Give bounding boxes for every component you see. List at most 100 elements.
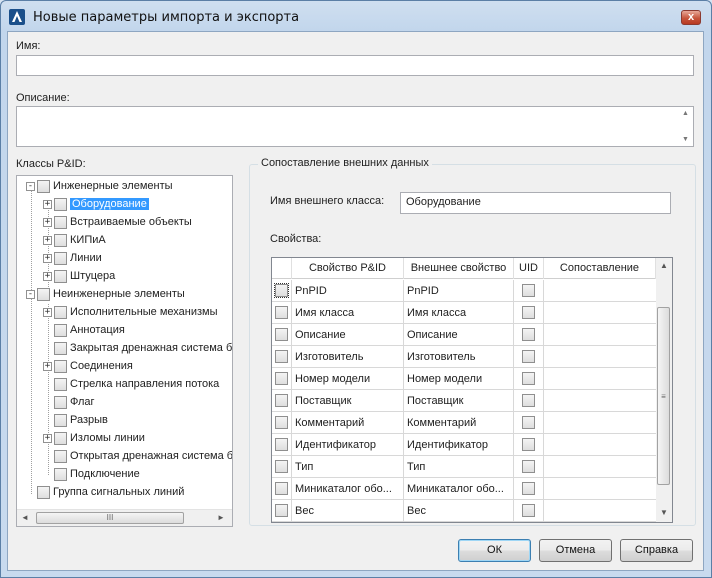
expand-icon[interactable]: + — [43, 235, 52, 245]
uid-checkbox[interactable] — [522, 306, 535, 319]
expand-icon[interactable]: + — [43, 217, 52, 227]
mapping-cell[interactable] — [544, 500, 657, 522]
ok-button[interactable]: ОК — [458, 539, 531, 562]
scroll-down-icon[interactable]: ▼ — [682, 136, 689, 143]
table-row[interactable]: PnPID PnPID — [272, 280, 657, 302]
uid-checkbox[interactable] — [522, 460, 535, 473]
tree-item[interactable]: + КИПиА — [43, 231, 106, 249]
mapping-cell[interactable] — [544, 434, 657, 456]
close-button[interactable]: x — [681, 10, 701, 25]
grid-header-pid-property[interactable]: Свойство P&ID — [292, 258, 404, 279]
table-row[interactable]: Изготовитель Изготовитель — [272, 346, 657, 368]
uid-cell[interactable] — [514, 500, 544, 522]
uid-cell[interactable] — [514, 346, 544, 368]
tree-item-label[interactable]: Соединения — [70, 360, 133, 372]
scroll-left-icon[interactable]: ◄ — [21, 513, 29, 522]
mapping-cell[interactable] — [544, 324, 657, 346]
tree-item-label[interactable]: КИПиА — [70, 234, 106, 246]
table-row[interactable]: Имя класса Имя класса — [272, 302, 657, 324]
pid-property-cell[interactable]: PnPID — [292, 280, 404, 302]
tree-item[interactable]: Аннотация — [43, 321, 125, 339]
tree-item[interactable]: Флаг — [43, 393, 95, 411]
tree-item-checkbox[interactable] — [54, 449, 67, 463]
scroll-down-icon[interactable]: ▼ — [660, 508, 668, 517]
mapping-cell[interactable] — [544, 412, 657, 434]
tree-item-checkbox[interactable] — [54, 233, 67, 247]
tree-item-label[interactable]: Изломы линии — [70, 432, 145, 444]
grid-header-mapping[interactable]: Сопоставление — [544, 258, 656, 279]
table-row[interactable]: Миникаталог обо... Миникаталог обо... — [272, 478, 657, 500]
row-select-checkbox[interactable] — [275, 460, 288, 473]
tree-item[interactable]: + Исполнительные механизмы — [43, 303, 218, 321]
table-row[interactable]: Идентификатор Идентификатор — [272, 434, 657, 456]
pid-property-cell[interactable]: Имя класса — [292, 302, 404, 324]
uid-cell[interactable] — [514, 324, 544, 346]
row-select-checkbox[interactable] — [275, 328, 288, 341]
uid-checkbox[interactable] — [522, 438, 535, 451]
row-select-cell[interactable] — [272, 346, 292, 368]
uid-cell[interactable] — [514, 302, 544, 324]
pid-classes-tree[interactable]: - Инженерные элементы + Оборудование + Встраи… — [16, 175, 233, 527]
mapping-cell[interactable] — [544, 456, 657, 478]
tree-item[interactable]: Разрыв — [43, 411, 108, 429]
uid-checkbox[interactable] — [522, 394, 535, 407]
tree-item-checkbox[interactable] — [54, 305, 67, 319]
external-property-cell[interactable]: Вес — [404, 500, 514, 522]
cancel-button[interactable]: Отмена — [539, 539, 612, 562]
external-property-cell[interactable]: Поставщик — [404, 390, 514, 412]
pid-property-cell[interactable]: Поставщик — [292, 390, 404, 412]
row-select-cell[interactable] — [272, 434, 292, 456]
tree-item-label[interactable]: Закрытая дренажная система б — [70, 342, 232, 354]
tree-item-checkbox[interactable] — [54, 215, 67, 229]
pid-property-cell[interactable]: Идентификатор — [292, 434, 404, 456]
row-select-checkbox[interactable] — [275, 394, 288, 407]
row-select-checkbox[interactable] — [275, 438, 288, 451]
row-select-checkbox[interactable] — [275, 416, 288, 429]
external-property-cell[interactable]: Идентификатор — [404, 434, 514, 456]
properties-grid[interactable]: Свойство P&ID Внешнее свойство UID Сопос… — [271, 257, 673, 523]
tree-item-label[interactable]: Линии — [70, 252, 102, 264]
tree-item-label[interactable]: Исполнительные механизмы — [70, 306, 218, 318]
help-button[interactable]: Справка — [620, 539, 693, 562]
tree-item[interactable]: + Изломы линии — [43, 429, 145, 447]
tree-item-checkbox[interactable] — [54, 413, 67, 427]
expand-icon[interactable]: + — [43, 199, 52, 209]
expand-icon[interactable]: + — [43, 253, 52, 263]
collapse-icon[interactable]: - — [26, 289, 35, 299]
tree-horizontal-scrollbar[interactable]: ◄ III ► — [17, 509, 232, 526]
tree-item[interactable]: + Линии — [43, 249, 102, 267]
tree-item-checkbox[interactable] — [54, 395, 67, 409]
external-property-cell[interactable]: Миникаталог обо... — [404, 478, 514, 500]
table-row[interactable]: Тип Тип — [272, 456, 657, 478]
tree-item-label[interactable]: Открытая дренажная система б — [70, 450, 232, 462]
tree-item[interactable]: + Встраиваемые объекты — [43, 213, 192, 231]
uid-checkbox[interactable] — [522, 372, 535, 385]
uid-checkbox[interactable] — [522, 416, 535, 429]
uid-checkbox[interactable] — [522, 350, 535, 363]
pid-property-cell[interactable]: Номер модели — [292, 368, 404, 390]
name-input[interactable] — [16, 55, 694, 76]
tree-item[interactable]: - Инженерные элементы — [26, 177, 173, 195]
table-row[interactable]: Комментарий Комментарий — [272, 412, 657, 434]
tree-item-checkbox[interactable] — [54, 197, 67, 211]
uid-cell[interactable] — [514, 456, 544, 478]
uid-cell[interactable] — [514, 280, 544, 302]
external-property-cell[interactable]: Описание — [404, 324, 514, 346]
external-property-cell[interactable]: Имя класса — [404, 302, 514, 324]
pid-property-cell[interactable]: Описание — [292, 324, 404, 346]
tree-item-checkbox[interactable] — [54, 251, 67, 265]
table-row[interactable]: Номер модели Номер модели — [272, 368, 657, 390]
external-property-cell[interactable]: PnPID — [404, 280, 514, 302]
uid-checkbox[interactable] — [522, 328, 535, 341]
row-select-checkbox[interactable] — [275, 482, 288, 495]
tree-item-label[interactable]: Оборудование — [70, 198, 149, 210]
pid-property-cell[interactable]: Изготовитель — [292, 346, 404, 368]
tree-item[interactable]: Группа сигнальных линий — [26, 483, 184, 501]
row-select-cell[interactable] — [272, 390, 292, 412]
mapping-cell[interactable] — [544, 390, 657, 412]
tree-item-checkbox[interactable] — [54, 323, 67, 337]
row-select-cell[interactable] — [272, 302, 292, 324]
row-select-cell[interactable] — [272, 478, 292, 500]
tree-item-checkbox[interactable] — [54, 269, 67, 283]
row-select-checkbox[interactable] — [275, 350, 288, 363]
